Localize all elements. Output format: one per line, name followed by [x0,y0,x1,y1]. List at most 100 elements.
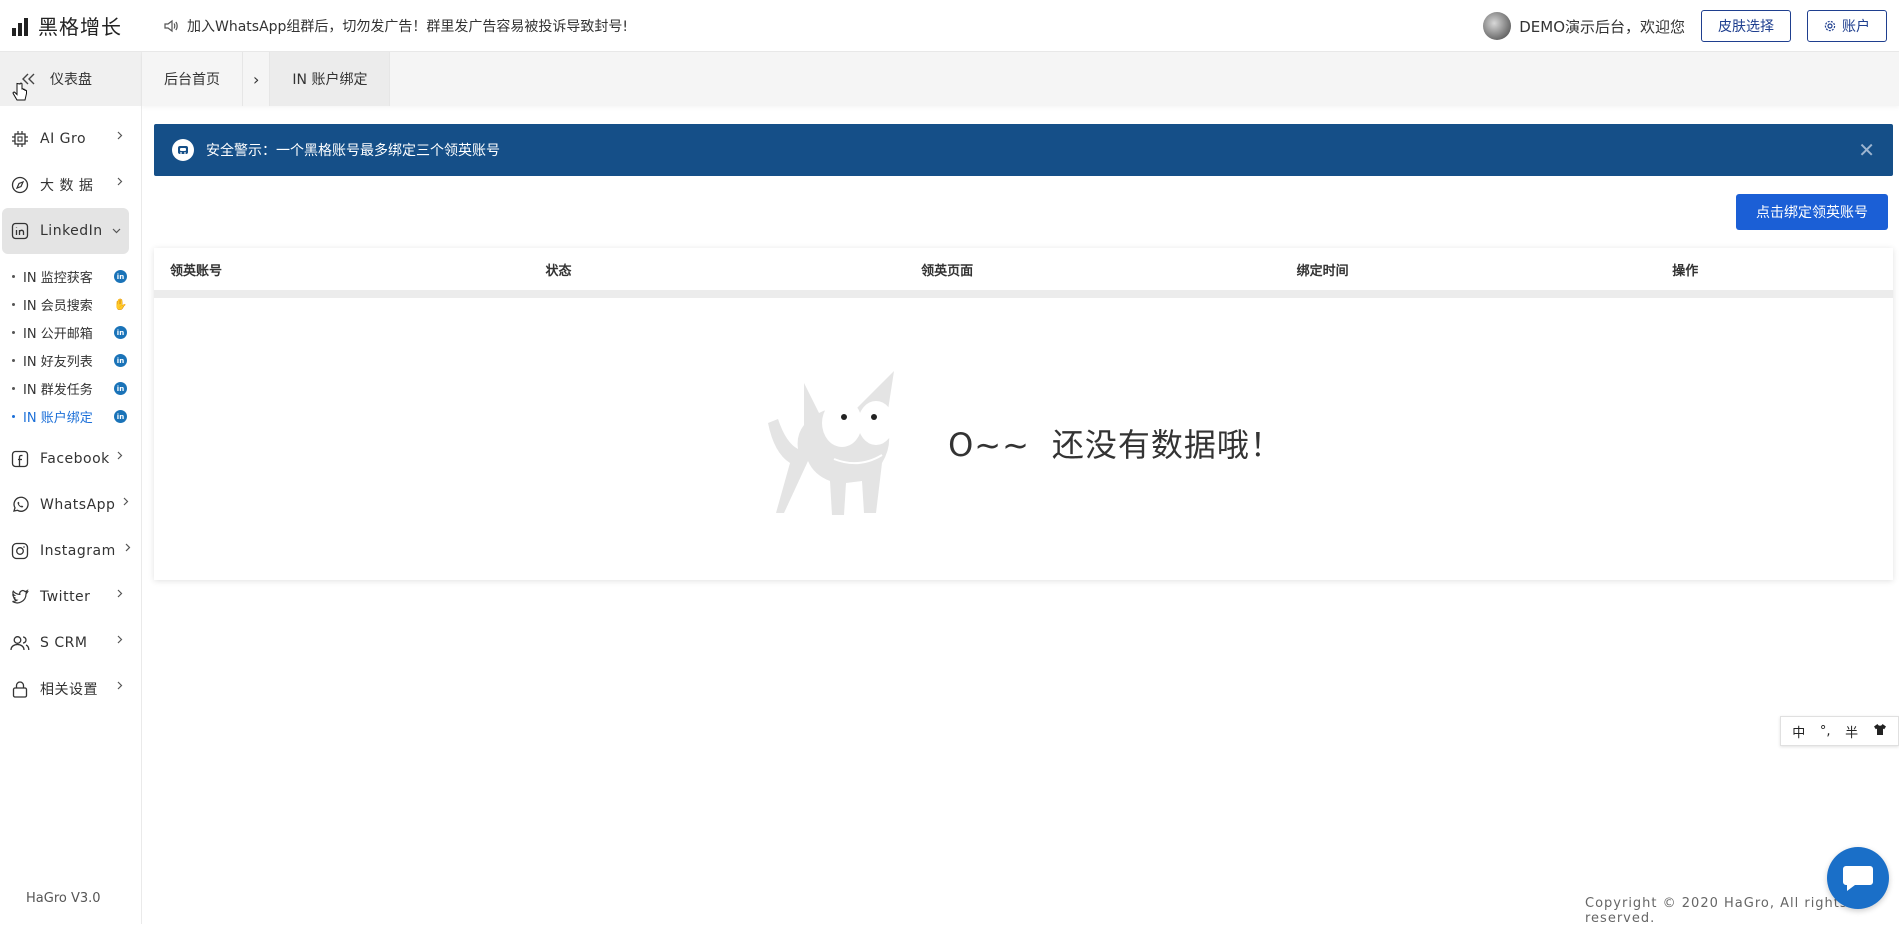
logo-text: 黑格增长 [38,15,122,39]
accounts-table: 领英账号 状态 领英页面 绑定时间 操作 O~~ 还没有数据哦！ [154,248,1893,580]
linkedin-badge-icon: in [114,270,127,283]
linkedin-badge-icon: in [114,382,127,395]
bullet-icon [12,330,15,334]
chip-icon [10,129,30,149]
bullet-icon [12,302,15,306]
sidebar-subitem-public-email[interactable]: IN 公开邮箱 in [0,318,141,346]
skin-select-button[interactable]: 皮肤选择 [1701,10,1791,42]
chevron-right-icon [117,131,123,140]
sidebar-item-label: Twitter [40,589,91,605]
version-label: HaGro V3.0 [26,891,101,906]
chevron-right-icon [117,681,123,690]
avatar[interactable] [1483,12,1512,40]
mouse-cursor-icon [12,82,27,101]
linkedin-badge-icon: in [114,410,127,423]
column-header-actions: 操作 [1672,263,1699,279]
notice-text: 加入WhatsApp组群后，切勿发广告！群里发广告容易被投诉导致封号! [187,18,629,35]
sidebar-subitem-mass-task[interactable]: IN 群发任务 in [0,374,141,402]
sidebar-subitem-label: IN 公开邮箱 [23,326,93,342]
sidebar-item-ai-gro[interactable]: AI Gro [0,116,141,162]
ime-width-toggle[interactable]: 半 [1845,722,1858,741]
column-header-status: 状态 [545,263,572,279]
sidebar-item-label: WhatsApp [40,497,116,513]
table-header: 领英账号 状态 领英页面 绑定时间 操作 [154,248,1893,298]
chat-button[interactable] [1827,847,1889,909]
tab-bar: 后台首页 › IN 账户绑定 [142,52,1899,106]
ime-lang-toggle[interactable]: 中 [1792,722,1805,741]
tab-separator[interactable]: › [243,52,271,106]
empty-prefix: O~~ [948,426,1030,464]
sidebar-item-big-data[interactable]: 大 数 据 [0,162,141,208]
chevron-right-icon [117,635,123,644]
linkedin-icon [10,221,30,241]
sidebar-item-s-crm[interactable]: S CRM [0,620,141,666]
sidebar-item-whatsapp[interactable]: WhatsApp [0,482,141,528]
empty-state: O~~ 还没有数据哦！ [154,306,1893,580]
close-icon[interactable]: ✕ [1858,140,1875,160]
sidebar: 仪表盘 AI Gro 大 数 据 LinkedIn IN 监控获客 in IN … [0,52,142,924]
notice-bar: 加入WhatsApp组群后，切勿发广告！群里发广告容易被投诉导致封号! [163,16,628,36]
chevron-right-icon [117,177,123,186]
skin-select-label: 皮肤选择 [1718,19,1774,35]
lock-icon [10,679,30,699]
cat-illustration-icon [768,371,895,515]
shirt-icon[interactable] [1873,723,1887,740]
empty-text: 还没有数据哦！ [1051,426,1283,464]
sidebar-subitem-label: IN 会员搜索 [23,298,93,314]
sidebar-item-label: Facebook [40,451,110,467]
tab-home[interactable]: 后台首页 [142,52,243,106]
main-content: 安全警示：一个黑格账号最多绑定三个领英账号 ✕ 点击绑定领英账号 领英账号 状态… [154,124,1893,580]
sidebar-subitem-monitor[interactable]: IN 监控获客 in [0,262,141,290]
sidebar-subitem-member-search[interactable]: IN 会员搜索 ✋ [0,290,141,318]
sidebar-item-twitter[interactable]: Twitter [0,574,141,620]
sidebar-item-label: 相关设置 [40,682,98,698]
bullet-icon [12,414,15,418]
hand-badge-icon: ✋ [113,298,128,311]
column-header-page: 领英页面 [921,263,974,279]
column-header-bind-time: 绑定时间 [1296,263,1349,279]
ime-punct-toggle[interactable]: °, [1820,724,1831,739]
bind-linkedin-button[interactable]: 点击绑定领英账号 [1736,194,1888,230]
chevron-down-icon [112,228,121,234]
gear-icon [1824,20,1836,32]
alert-text: 安全警示：一个黑格账号最多绑定三个领英账号 [206,143,500,159]
sidebar-item-instagram[interactable]: Instagram [0,528,141,574]
facebook-icon [10,449,30,469]
chat-bubble-icon [1843,866,1873,891]
speaker-icon [164,19,178,32]
users-icon [10,633,30,653]
welcome-text: DEMO演示后台，欢迎您 [1519,17,1685,36]
dashboard-label: 仪表盘 [50,72,92,88]
tab-account-binding[interactable]: IN 账户绑定 [270,52,391,106]
account-button[interactable]: 账户 [1807,10,1887,42]
sidebar-subitem-label: IN 监控获客 [23,270,93,286]
chevron-right-icon [123,497,129,506]
sidebar-subitem-label: IN 账户绑定 [23,410,93,426]
chevron-right-icon [117,589,123,598]
sidebar-subitem-account-binding[interactable]: IN 账户绑定 in [0,402,141,430]
ime-toolbar: 中 °, 半 [1780,716,1899,746]
whatsapp-icon [10,495,30,515]
empty-message: O~~ 还没有数据哦！ [948,420,1283,466]
account-label: 账户 [1842,19,1870,35]
top-bar: 黑格增长 加入WhatsApp组群后，切勿发广告！群里发广告容易被投诉导致封号!… [0,0,1899,52]
compass-icon [10,175,30,195]
sidebar-subitem-friend-list[interactable]: IN 好友列表 in [0,346,141,374]
logo-icon [12,16,32,36]
sidebar-item-linkedin[interactable]: LinkedIn [2,208,129,254]
shield-icon [172,139,194,161]
sidebar-item-settings[interactable]: 相关设置 [0,666,141,712]
logo[interactable]: 黑格增长 [12,11,152,40]
chevron-right-icon [117,451,123,460]
sidebar-item-label: Instagram [40,543,116,559]
sidebar-item-facebook[interactable]: Facebook [0,436,141,482]
sidebar-item-label: AI Gro [40,131,87,147]
sidebar-item-label: 大 数 据 [40,178,94,194]
sidebar-item-label: S CRM [40,635,88,651]
instagram-icon [10,541,30,561]
column-header-account: 领英账号 [170,263,223,279]
chevron-right-icon [125,543,131,552]
twitter-icon [10,587,30,607]
sidebar-item-label: LinkedIn [40,223,103,239]
linkedin-badge-icon: in [114,326,127,339]
